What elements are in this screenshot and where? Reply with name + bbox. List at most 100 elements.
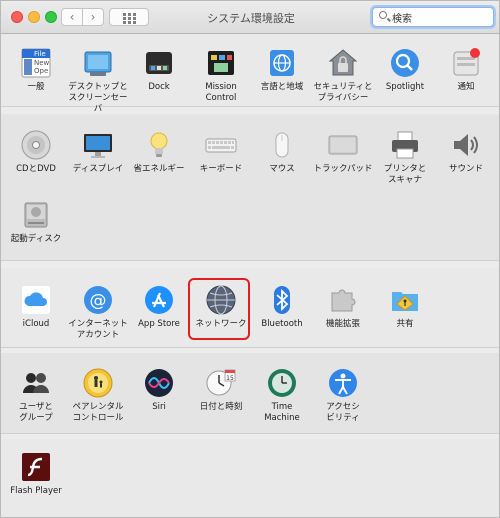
svg-text:15: 15 bbox=[226, 375, 234, 382]
search-field[interactable] bbox=[372, 7, 494, 27]
window-title: システム環境設定 bbox=[207, 12, 295, 25]
speaker-icon bbox=[450, 129, 482, 161]
pane-mission-control[interactable]: Mission Control bbox=[190, 47, 252, 104]
pane-label: サウンド bbox=[448, 164, 483, 174]
back-button[interactable]: ‹ bbox=[61, 8, 83, 26]
puzzle-piece-icon bbox=[327, 284, 359, 316]
pane-label: CDとDVD bbox=[16, 164, 56, 174]
pane-label: 機能拡張 bbox=[325, 319, 360, 329]
close-button[interactable] bbox=[11, 11, 23, 23]
pane-cd-dvd[interactable]: CDとDVD bbox=[5, 129, 67, 175]
pane-label: プリンタと スキャナ bbox=[383, 164, 427, 185]
pane-printers-scanners[interactable]: プリンタと スキャナ bbox=[374, 129, 436, 186]
pane-label: App Store bbox=[138, 319, 180, 329]
pane-startup-disk[interactable]: 起動ディスク bbox=[5, 199, 67, 245]
trackpad-icon bbox=[327, 129, 359, 161]
pane-label: Siri bbox=[152, 402, 166, 412]
pane-label: Mission Control bbox=[205, 82, 237, 103]
network-globe-icon bbox=[205, 284, 237, 316]
icloud-icon bbox=[20, 284, 52, 316]
pane-label: 省エネルギー bbox=[133, 164, 185, 174]
pane-sharing[interactable]: 共有 bbox=[374, 284, 436, 330]
pane-label: 共有 bbox=[396, 319, 414, 329]
pane-label: デスクトップと スクリーンセーバ bbox=[68, 82, 128, 114]
zoom-button[interactable] bbox=[45, 11, 57, 23]
pane-sound[interactable]: サウンド bbox=[435, 129, 497, 175]
pane-trackpad[interactable]: トラックパッド bbox=[312, 129, 374, 175]
mission-control-icon bbox=[205, 47, 237, 79]
pane-keyboard[interactable]: キーボード bbox=[190, 129, 252, 175]
pane-accessibility[interactable]: アクセシ ビリティ bbox=[312, 367, 374, 424]
svg-text:New: New bbox=[34, 59, 50, 67]
search-input[interactable] bbox=[392, 10, 487, 24]
pane-label: セキュリティと プライバシー bbox=[313, 82, 373, 103]
pane-label: Time Machine bbox=[264, 402, 300, 423]
pane-label: iCloud bbox=[22, 319, 50, 329]
pane-label: Bluetooth bbox=[261, 319, 303, 329]
disc-icon bbox=[20, 129, 52, 161]
forward-button[interactable]: › bbox=[82, 8, 104, 26]
lightbulb-icon bbox=[143, 129, 175, 161]
keyboard-icon bbox=[205, 129, 237, 161]
pane-flash-player[interactable]: Flash Player bbox=[5, 451, 67, 497]
clock-calendar-icon: 15 bbox=[205, 367, 237, 399]
pane-notifications[interactable]: 通知 bbox=[435, 47, 497, 93]
pane-label: 通知 bbox=[457, 82, 475, 92]
show-all-button[interactable] bbox=[109, 8, 149, 26]
pane-label: マウス bbox=[269, 164, 295, 174]
notifications-icon bbox=[450, 47, 482, 79]
users-icon bbox=[20, 367, 52, 399]
pane-users-groups[interactable]: ユーザと グループ bbox=[5, 367, 67, 424]
pane-label: Dock bbox=[148, 82, 170, 92]
house-lock-icon bbox=[327, 47, 359, 79]
pane-bluetooth[interactable]: Bluetooth bbox=[251, 284, 313, 330]
parental-controls-icon bbox=[82, 367, 114, 399]
pane-security-privacy[interactable]: セキュリティと プライバシー bbox=[312, 47, 374, 104]
pane-icloud[interactable]: iCloud bbox=[5, 284, 67, 330]
other-section bbox=[1, 439, 499, 517]
time-machine-icon bbox=[266, 367, 298, 399]
flash-player-icon bbox=[20, 451, 52, 483]
pane-app-store[interactable]: App Store bbox=[128, 284, 190, 330]
pane-energy-saver[interactable]: 省エネルギー bbox=[128, 129, 190, 175]
pane-label: Flash Player bbox=[10, 486, 62, 496]
at-sign-icon: @ bbox=[82, 284, 114, 316]
pane-internet-accounts[interactable]: @ インターネット アカウント bbox=[67, 284, 129, 341]
pane-general[interactable]: File New Ope 一般 bbox=[5, 47, 67, 93]
pane-mouse[interactable]: マウス bbox=[251, 129, 313, 175]
minimize-button[interactable] bbox=[28, 11, 40, 23]
pane-label: 起動ディスク bbox=[10, 234, 62, 244]
pane-spotlight[interactable]: Spotlight bbox=[374, 47, 436, 93]
svg-text:Ope: Ope bbox=[34, 67, 48, 75]
pane-desktop[interactable]: デスクトップと スクリーンセーバ bbox=[67, 47, 129, 115]
pane-displays[interactable]: ディスプレイ bbox=[67, 129, 129, 175]
pane-siri[interactable]: Siri bbox=[128, 367, 190, 413]
svg-text:File: File bbox=[34, 50, 46, 58]
desktop-screensaver-icon bbox=[82, 47, 114, 79]
dock-icon bbox=[143, 47, 175, 79]
pane-dock[interactable]: Dock bbox=[128, 47, 190, 93]
pane-label: 言語と地域 bbox=[260, 82, 304, 92]
pane-label: キーボード bbox=[199, 164, 243, 174]
pane-parental-controls[interactable]: ペアレンタル コントロール bbox=[67, 367, 129, 424]
app-store-icon bbox=[143, 284, 175, 316]
pane-extensions[interactable]: 機能拡張 bbox=[312, 284, 374, 330]
title-bar: ‹ › システム環境設定 bbox=[1, 1, 499, 34]
search-icon bbox=[379, 11, 387, 19]
pane-date-time[interactable]: 15 日付と時刻 bbox=[190, 367, 252, 413]
mouse-icon bbox=[266, 129, 298, 161]
siri-icon bbox=[143, 367, 175, 399]
pane-network[interactable]: ネットワーク bbox=[190, 284, 252, 330]
pane-language-region[interactable]: 言語と地域 bbox=[251, 47, 313, 93]
svg-text:@: @ bbox=[90, 291, 107, 311]
pane-label: アクセシ ビリティ bbox=[326, 402, 360, 423]
general-icon: File New Ope bbox=[20, 47, 52, 79]
pane-label: ディスプレイ bbox=[72, 164, 124, 174]
pane-label: ユーザと グループ bbox=[19, 402, 53, 423]
pane-label: インターネット アカウント bbox=[68, 319, 128, 340]
system-preferences-window: ‹ › システム環境設定 File New Ope bbox=[0, 0, 500, 518]
pane-label: トラックパッド bbox=[313, 164, 373, 174]
spotlight-icon bbox=[389, 47, 421, 79]
pane-time-machine[interactable]: Time Machine bbox=[251, 367, 313, 424]
pane-label: Spotlight bbox=[385, 82, 425, 92]
